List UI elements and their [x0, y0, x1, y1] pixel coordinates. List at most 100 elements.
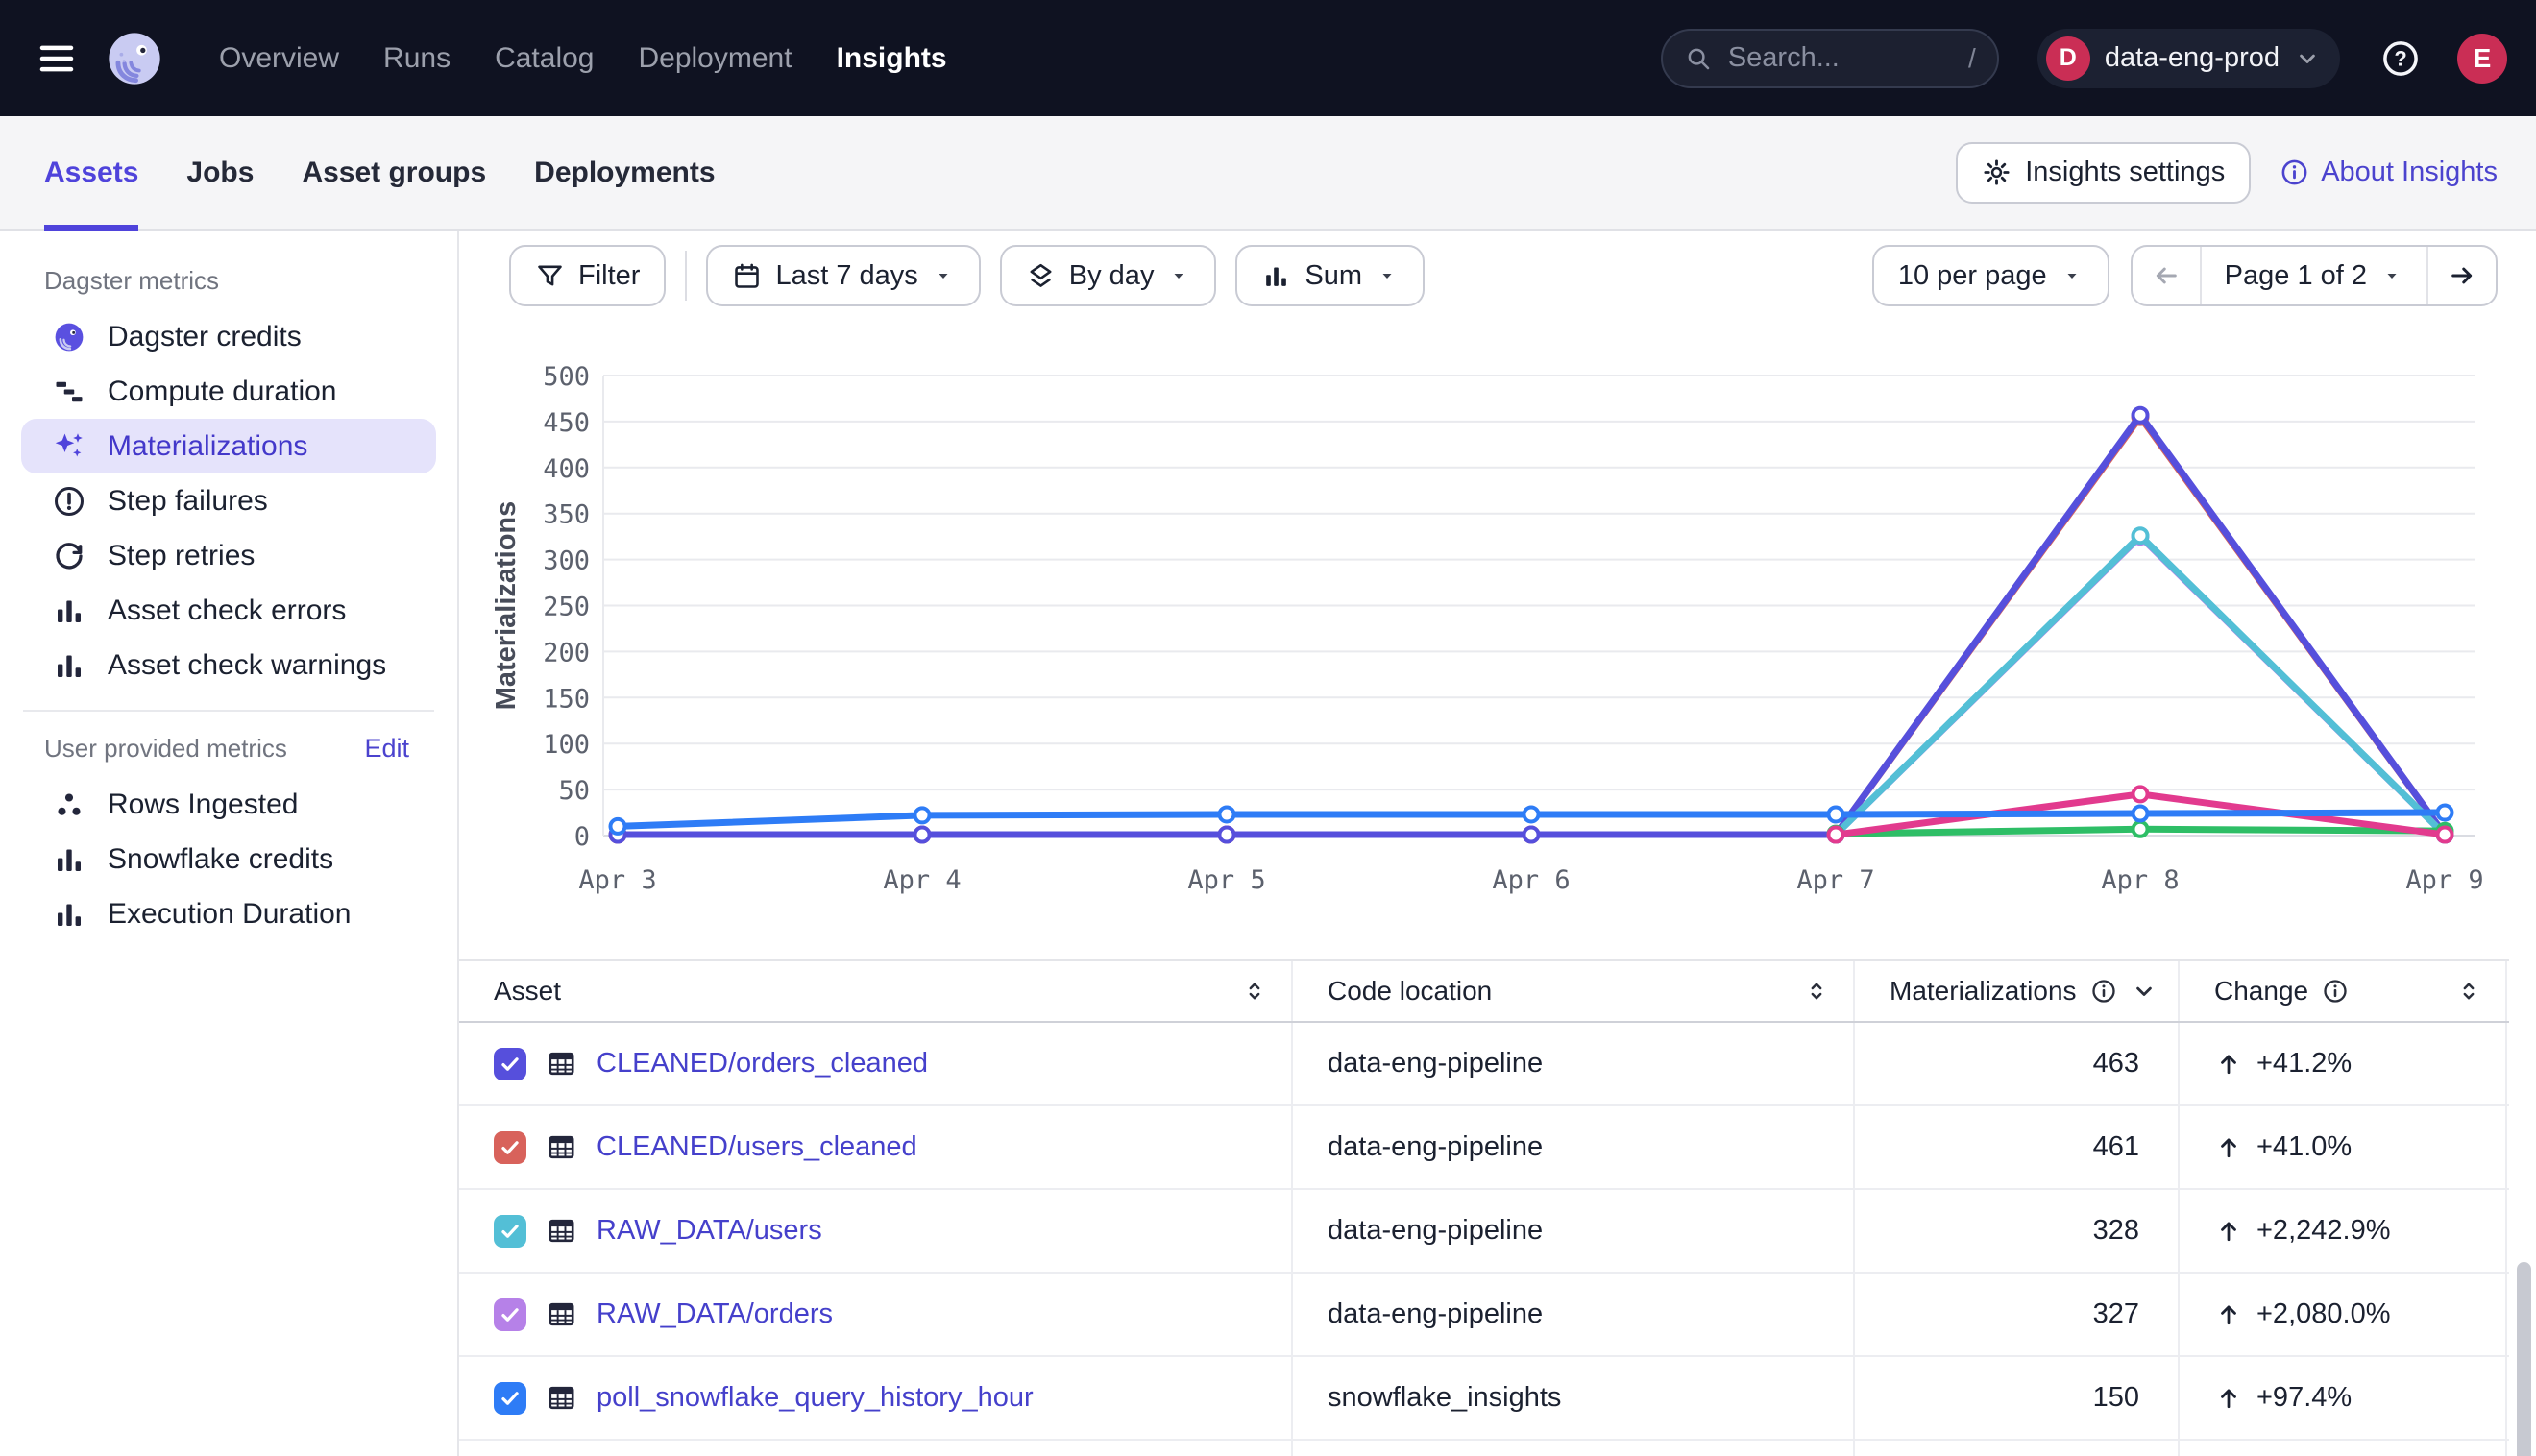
caret-down-icon — [2060, 264, 2084, 287]
code-location-cell: data-eng-pipeline — [1293, 1441, 1855, 1456]
about-insights-link[interactable]: About Insights — [2280, 157, 2498, 188]
sort-icon — [2455, 978, 2482, 1005]
column-header-label: Code location — [1328, 976, 1492, 1007]
sparkles-icon — [52, 429, 86, 464]
chart-toolbar: Filter Last 7 days By day Sum 10 per pag — [509, 245, 2498, 306]
group-by-button[interactable]: By day — [1000, 245, 1217, 306]
nav-link-runs[interactable]: Runs — [383, 42, 451, 75]
top-nav: Overview Runs Catalog Deployment Insights Se… — [0, 0, 2536, 116]
bar-chart-icon — [1261, 261, 1291, 291]
svg-text:0: 0 — [574, 822, 590, 852]
asset-cell: CLEANED/locations_cleaned — [459, 1441, 1293, 1456]
org-switcher[interactable]: D data-eng-prod — [2037, 29, 2340, 88]
bar-chart-icon — [52, 648, 86, 683]
column-header-code-location[interactable]: Code location — [1293, 961, 1855, 1021]
sidebar-item-step-failures[interactable]: Step failures — [21, 473, 436, 528]
svg-text:100: 100 — [543, 730, 590, 760]
row-checkbox[interactable] — [494, 1298, 526, 1331]
tab-jobs[interactable]: Jobs — [186, 116, 254, 229]
date-range-button[interactable]: Last 7 days — [706, 245, 980, 306]
tab-deployments[interactable]: Deployments — [534, 116, 715, 229]
sidebar-item-asset-check-errors[interactable]: Asset check errors — [21, 583, 436, 638]
sidebar-item-materializations[interactable]: Materializations — [21, 419, 436, 473]
alert-circle-icon — [52, 484, 86, 519]
funnel-icon — [535, 261, 565, 291]
asset-link[interactable]: RAW_DATA/users — [597, 1215, 822, 1247]
page-indicator-label: Page 1 of 2 — [2225, 260, 2367, 292]
svg-text:?: ? — [2394, 46, 2406, 70]
materializations-value: 463 — [1855, 1023, 2180, 1104]
tab-assets[interactable]: Assets — [44, 116, 138, 229]
sidebar-item-dagster-credits[interactable]: Dagster credits — [21, 309, 436, 364]
sidebar-item-label: Step failures — [108, 485, 268, 518]
row-checkbox[interactable] — [494, 1131, 526, 1164]
row-checkbox[interactable] — [494, 1048, 526, 1080]
dagster-logo-icon — [104, 28, 165, 89]
hamburger-menu-icon[interactable] — [35, 36, 79, 81]
sidebar-item-compute-duration[interactable]: Compute duration — [21, 364, 436, 419]
code-location-cell: data-eng-pipeline — [1293, 1023, 1855, 1104]
info-circle-icon — [2090, 978, 2117, 1005]
code-location-cell: data-eng-pipeline — [1293, 1190, 1855, 1272]
filter-button[interactable]: Filter — [509, 245, 666, 306]
tabs-row: Assets Jobs Asset groups Deployments Insigh… — [0, 116, 2536, 231]
asset-link[interactable]: RAW_DATA/orders — [597, 1298, 833, 1330]
bar-chart-icon — [52, 594, 86, 628]
tab-asset-groups[interactable]: Asset groups — [302, 116, 486, 229]
nav-link-overview[interactable]: Overview — [219, 42, 339, 75]
sidebar-divider — [23, 710, 434, 712]
svg-text:300: 300 — [543, 546, 590, 576]
dagster-metrics-list: Dagster creditsCompute duration Materiali… — [0, 309, 457, 692]
change-cell: +2,080.0% — [2180, 1274, 2507, 1355]
sidebar-item-rows-ingested[interactable]: Rows Ingested — [21, 777, 436, 832]
nav-link-insights[interactable]: Insights — [837, 42, 947, 75]
page-scrollbar-thumb[interactable] — [2517, 1262, 2531, 1456]
org-avatar: D — [2046, 36, 2090, 81]
per-page-label: 10 per page — [1898, 260, 2047, 292]
nav-link-deployment[interactable]: Deployment — [638, 42, 792, 75]
column-header-label: Materializations — [1890, 976, 2077, 1007]
info-icon — [2280, 158, 2309, 187]
insights-settings-button[interactable]: Insights settings — [1956, 142, 2251, 204]
materializations-value: 150 — [1855, 1357, 2180, 1439]
table-grid-icon — [546, 1215, 577, 1247]
nav-link-catalog[interactable]: Catalog — [495, 42, 594, 75]
per-page-button[interactable]: 10 per page — [1872, 245, 2109, 306]
asset-link[interactable]: CLEANED/users_cleaned — [597, 1131, 917, 1163]
sidebar-item-label: Step retries — [108, 540, 255, 572]
sidebar-item-label: Asset check warnings — [108, 649, 386, 682]
column-header-asset[interactable]: Asset — [459, 961, 1293, 1021]
materializations-value: 47 — [1855, 1441, 2180, 1456]
help-icon[interactable]: ? — [2380, 38, 2421, 79]
aggregation-button[interactable]: Sum — [1235, 245, 1425, 306]
sidebar-item-label: Materializations — [108, 430, 307, 463]
row-checkbox[interactable] — [494, 1382, 526, 1415]
asset-link[interactable]: poll_snowflake_query_history_hour — [597, 1382, 1034, 1414]
next-page-button[interactable] — [2426, 247, 2496, 304]
sidebar-item-snowflake-credits[interactable]: Snowflake credits — [21, 832, 436, 886]
column-header-materializations[interactable]: Materializations — [1855, 961, 2180, 1021]
arrow-up-icon — [2214, 1300, 2243, 1329]
aggregation-label: Sum — [1305, 260, 1362, 292]
caret-down-icon — [2380, 264, 2403, 287]
user-avatar[interactable]: E — [2457, 34, 2507, 84]
sidebar-item-label: Rows Ingested — [108, 789, 298, 821]
svg-text:400: 400 — [543, 454, 590, 484]
row-checkbox[interactable] — [494, 1215, 526, 1248]
table-row: poll_snowflake_query_history_hoursnowfla… — [459, 1357, 2509, 1441]
sidebar-item-asset-check-warnings[interactable]: Asset check warnings — [21, 638, 436, 692]
retry-icon — [52, 539, 86, 573]
sort-icon — [1241, 978, 1268, 1005]
table-row: CLEANED/orders_cleaned data-eng-pipeline4… — [459, 1023, 2509, 1106]
page-indicator[interactable]: Page 1 of 2 — [2202, 247, 2426, 304]
svg-text:Apr 9: Apr 9 — [2405, 865, 2483, 895]
sidebar-item-execution-duration[interactable]: Execution Duration — [21, 886, 436, 941]
global-search-input[interactable]: Search... / — [1661, 29, 1999, 88]
edit-user-metrics-link[interactable]: Edit — [364, 734, 409, 764]
prev-page-button[interactable] — [2133, 247, 2202, 304]
asset-link[interactable]: CLEANED/orders_cleaned — [597, 1048, 928, 1080]
steps-icon — [52, 375, 86, 409]
sidebar-item-step-retries[interactable]: Step retries — [21, 528, 436, 583]
column-header-change[interactable]: Change — [2180, 961, 2507, 1021]
materializations-value: 461 — [1855, 1106, 2180, 1188]
